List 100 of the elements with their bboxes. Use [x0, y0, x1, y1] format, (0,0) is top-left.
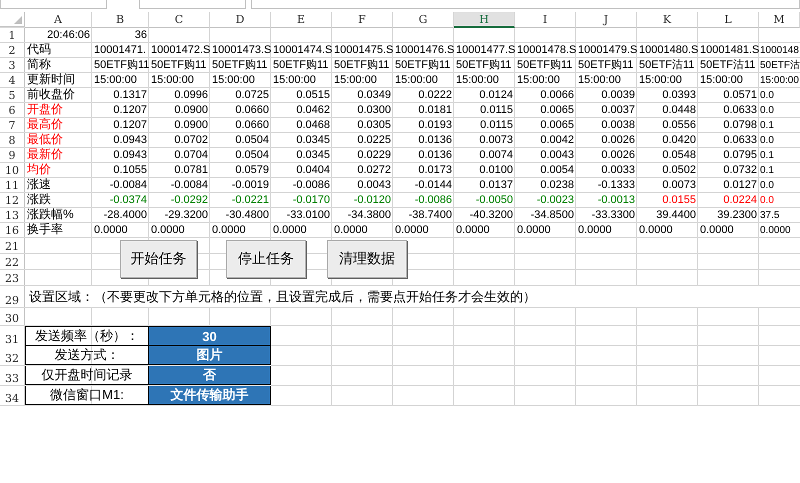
table-cell: 15:00:00 — [334, 74, 377, 86]
table-cell: 39.4400 — [656, 209, 696, 222]
table-cell: 0.1 — [760, 165, 774, 176]
table-cell: 0.0345 — [296, 134, 330, 146]
task-button[interactable]: 停止任务 — [226, 240, 306, 278]
table-cell: 50ETF购11 — [334, 59, 390, 72]
table-cell: 15:00:00 — [273, 74, 316, 86]
table-cell: 15:00:00 — [151, 74, 194, 86]
table-cell: 0.0173 — [418, 164, 452, 176]
table-cell: 0.0229 — [357, 149, 391, 162]
table-cell: 0.0225 — [357, 134, 391, 146]
table-cell: 10001471. — [94, 44, 146, 56]
column-header[interactable]: A — [25, 12, 92, 28]
table-cell: 10001480.S — [639, 44, 698, 56]
table-cell: 0.0037 — [601, 104, 635, 116]
table-cell: 0.0 — [760, 105, 774, 116]
table-cell: 0.0548 — [662, 149, 696, 162]
table-cell: 50ETF沽 — [760, 60, 800, 72]
table-cell: 0.0 — [760, 180, 774, 192]
table-cell: 0.0393 — [662, 89, 696, 102]
table-cell: 0.0100 — [479, 164, 513, 176]
table-cell: -28.4000 — [104, 209, 147, 222]
table-cell: 0.0448 — [662, 104, 696, 116]
column-header[interactable]: M — [759, 12, 800, 28]
table-cell: 50ETF购11 — [94, 59, 150, 72]
table-cell: 0.0000 — [700, 224, 734, 236]
column-header[interactable]: L — [698, 12, 759, 28]
task-button[interactable]: 清理数据 — [327, 240, 407, 278]
table-cell: 0.1207 — [113, 104, 147, 116]
table-cell: 0.0725 — [235, 89, 269, 102]
table-cell: 0.0038 — [601, 119, 635, 132]
table-cell: 0.0515 — [296, 89, 330, 102]
table-cell: 15:00:00 — [578, 74, 621, 86]
table-cell: 39.2300 — [717, 209, 757, 222]
table-cell: 0.0026 — [601, 134, 635, 146]
table-cell: 50ETF购11 — [212, 59, 268, 72]
table-cell: 0.0181 — [418, 104, 452, 116]
table-cell: 0.0504 — [235, 134, 269, 146]
table-cell: -0.0086 — [414, 194, 452, 206]
table-cell: 0.0073 — [662, 179, 696, 192]
column-header[interactable]: I — [515, 12, 576, 28]
table-cell: -0.0084 — [170, 179, 208, 192]
row-label: 最新价 — [27, 148, 63, 162]
table-cell: 0.0073 — [479, 134, 513, 146]
table-cell: 0.0420 — [662, 134, 696, 146]
table-cell: 0.0660 — [235, 119, 269, 132]
table-cell: 0.0900 — [174, 104, 208, 116]
table-cell: -0.0170 — [292, 194, 330, 206]
table-cell: 0.0462 — [296, 104, 330, 116]
table-cell: 0.0404 — [296, 164, 330, 176]
column-header[interactable]: G — [393, 12, 454, 28]
table-cell: 0.0000 — [212, 224, 246, 236]
table-cell: -0.0292 — [170, 194, 208, 206]
setting-label: 发送频率（秒）： — [25, 326, 149, 346]
setting-value[interactable]: 否 — [149, 366, 271, 385]
table-cell: 0.0033 — [601, 164, 635, 176]
column-header[interactable]: B — [92, 12, 149, 28]
select-all-icon[interactable] — [14, 16, 22, 24]
table-cell: -38.7400 — [408, 209, 452, 222]
setting-value[interactable]: 30 — [149, 326, 271, 346]
table-cell: 0.0127 — [723, 179, 757, 192]
table-cell: 0.0504 — [235, 149, 269, 162]
table-cell: 0.0305 — [357, 119, 391, 132]
table-cell: 10001477.S — [456, 44, 516, 56]
setting-value[interactable]: 文件传输助手 — [149, 386, 271, 405]
table-cell: -0.1333 — [598, 179, 635, 192]
table-cell: 10001475.S — [334, 44, 394, 56]
table-cell: 0.0137 — [479, 179, 513, 192]
table-cell: 10001472.S — [151, 44, 210, 56]
column-header[interactable]: C — [149, 12, 210, 28]
table-cell: -0.0084 — [110, 179, 147, 192]
row-label: 最高价 — [27, 118, 63, 132]
table-cell: -40.3200 — [470, 209, 513, 222]
row-number[interactable]: 31 — [0, 326, 25, 346]
table-cell: 0.1317 — [113, 89, 147, 102]
table-cell: 0.0660 — [235, 104, 269, 116]
setting-value[interactable]: 图片 — [149, 346, 271, 365]
table-cell: 0.0000 — [578, 224, 612, 236]
column-header[interactable]: D — [210, 12, 271, 28]
table-cell: 15:00:00 — [639, 74, 682, 86]
formula-bar[interactable] — [251, 0, 800, 9]
row-label: 简称 — [27, 58, 51, 72]
task-button[interactable]: 开始任务 — [120, 240, 197, 278]
table-cell: 0.0124 — [479, 89, 513, 102]
table-cell: 0.0633 — [723, 104, 757, 116]
table-cell: 0.0795 — [723, 149, 757, 162]
column-header[interactable]: H — [454, 12, 515, 28]
column-header[interactable]: F — [332, 12, 393, 28]
function-box[interactable] — [138, 0, 246, 9]
table-cell: 0.0136 — [418, 149, 452, 162]
table-cell: 50ETF购11 — [578, 59, 634, 72]
column-header[interactable]: J — [576, 12, 637, 28]
column-header[interactable]: K — [637, 12, 698, 28]
table-cell: 10001474.S — [273, 44, 332, 56]
table-cell: 0.0579 — [235, 164, 269, 176]
column-header[interactable]: E — [271, 12, 332, 28]
table-cell: 50ETF购11 — [273, 59, 328, 72]
name-box[interactable] — [0, 0, 107, 9]
table-cell: 0.1207 — [113, 119, 147, 132]
table-cell: 36 — [134, 28, 147, 41]
